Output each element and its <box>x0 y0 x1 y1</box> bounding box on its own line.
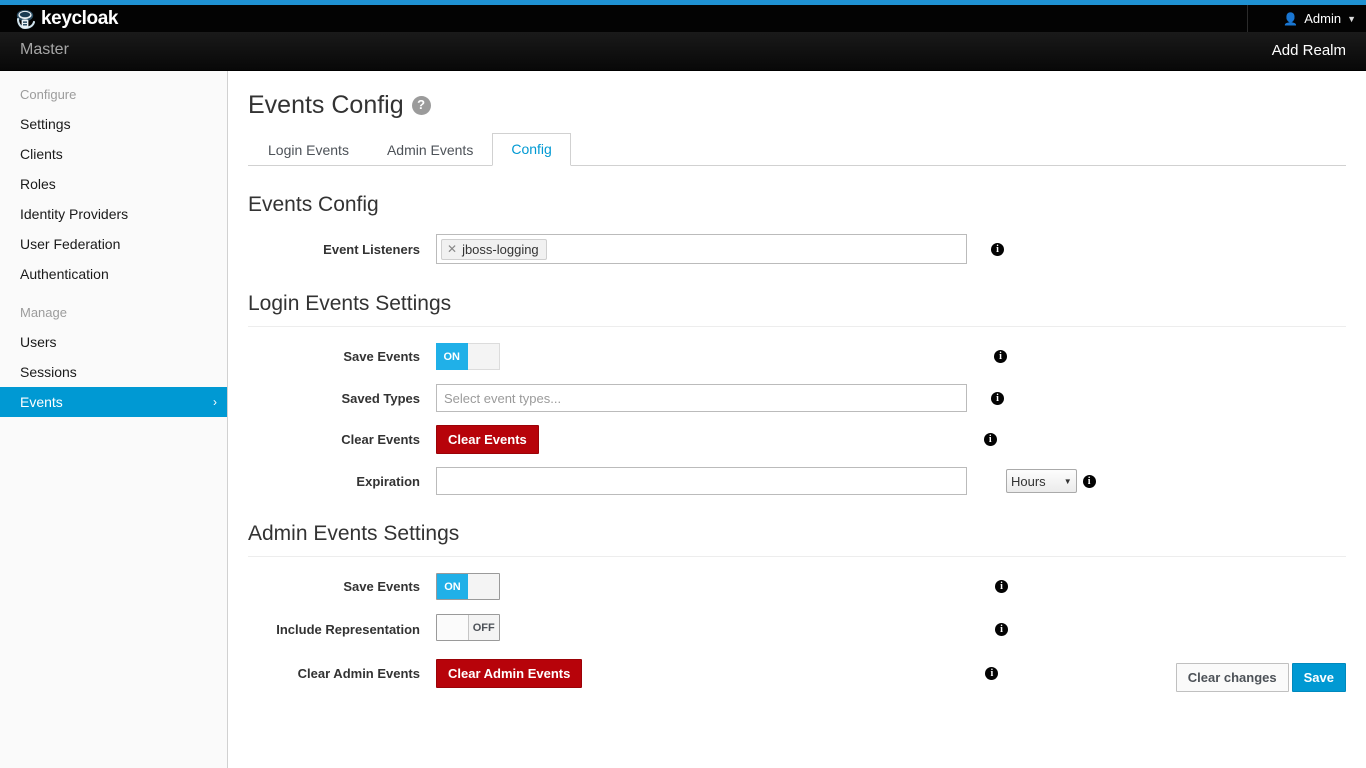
keycloak-logo-text: keycloak <box>41 8 119 29</box>
clear-admin-events-label: Clear Admin Events <box>297 666 420 681</box>
save-button[interactable]: Save <box>1291 663 1346 692</box>
user-menu[interactable]: 👤 Admin ▼ <box>1283 5 1356 32</box>
sidebar-item-user-federation[interactable]: User Federation <box>0 229 227 259</box>
keycloak-logo[interactable]: keycloak <box>14 5 118 32</box>
info-icon[interactable]: i <box>985 667 999 680</box>
event-listener-chip[interactable]: ✕ jboss-logging <box>441 238 547 260</box>
main-content: Events Config ? Login Events Admin Event… <box>229 71 1366 768</box>
saved-types-label: Saved Types <box>341 390 420 406</box>
expiration-unit-value: Hours <box>1011 473 1046 489</box>
form-action-bar: Clear changes Save <box>1175 663 1346 692</box>
login-save-events-toggle-knob <box>467 343 500 370</box>
sidebar-group-configure-title: Configure <box>20 87 77 102</box>
tab-bar: Login Events Admin Events Config <box>248 133 1346 166</box>
user-menu-label: Admin <box>1304 11 1342 26</box>
question-mark-icon[interactable]: ? <box>411 95 431 115</box>
section-heading-login-events-settings: Login Events Settings <box>248 292 452 315</box>
login-save-events-toggle[interactable]: ON <box>436 343 500 370</box>
sidebar-item-settings[interactable]: Settings <box>0 109 227 139</box>
info-icon[interactable]: i <box>983 433 997 446</box>
include-representation-label: Include Representation <box>276 622 420 637</box>
section-heading-events-config: Events Config <box>248 193 379 216</box>
info-icon[interactable]: i <box>995 580 1008 593</box>
sidebar-group-manage-title: Manage <box>20 305 67 320</box>
info-icon[interactable]: i <box>991 242 1004 256</box>
event-listeners-label: Event Listeners <box>323 241 420 257</box>
add-realm-button[interactable]: Add Realm <box>1272 42 1346 59</box>
sidebar-item-clients[interactable]: Clients <box>0 139 227 169</box>
include-representation-toggle-off-label: OFF <box>468 615 499 640</box>
realm-name: Master <box>20 41 69 58</box>
section-divider-admin <box>248 556 1346 557</box>
login-save-events-toggle-on-label: ON <box>436 343 468 370</box>
clear-changes-button[interactable]: Clear changes <box>1175 663 1289 692</box>
info-icon[interactable]: i <box>1082 474 1096 488</box>
info-icon[interactable]: i <box>991 391 1004 405</box>
event-listener-chip-label: jboss-logging <box>462 241 539 257</box>
admin-save-events-label: Save Events <box>343 579 420 594</box>
info-icon[interactable]: i <box>995 623 1008 636</box>
sidebar-item-users[interactable]: Users <box>0 327 227 357</box>
sidebar-item-sessions[interactable]: Sessions <box>0 357 227 387</box>
header-divider <box>1247 5 1248 32</box>
keycloak-logo-icon <box>14 8 36 30</box>
expiration-input[interactable] <box>436 467 967 495</box>
sidebar: Configure Settings Clients Roles Identit… <box>0 71 228 768</box>
section-divider-login <box>248 326 1346 327</box>
tab-admin-events[interactable]: Admin Events <box>368 134 492 166</box>
admin-save-events-toggle[interactable]: ON <box>436 573 500 600</box>
admin-save-events-toggle-on-label: ON <box>437 574 468 599</box>
chevron-right-icon: › <box>213 395 217 409</box>
section-heading-admin-events-settings: Admin Events Settings <box>248 522 460 545</box>
realm-bar: Master Add Realm <box>0 32 1366 71</box>
clear-events-label: Clear Events <box>341 432 420 447</box>
expiration-unit-select[interactable]: Hours ▼ <box>1006 469 1077 493</box>
sidebar-item-roles[interactable]: Roles <box>0 169 227 199</box>
info-icon[interactable]: i <box>994 350 1007 363</box>
page-title: Events Config ? <box>248 89 1346 121</box>
saved-types-input[interactable] <box>436 384 967 412</box>
login-save-events-label: Save Events <box>343 349 420 364</box>
sidebar-item-authentication[interactable]: Authentication <box>0 259 227 289</box>
include-representation-toggle-knob <box>437 615 469 640</box>
sidebar-item-identity-providers[interactable]: Identity Providers <box>0 199 227 229</box>
event-listeners-input[interactable]: ✕ jboss-logging <box>436 234 967 264</box>
chevron-down-icon: ▼ <box>1347 13 1356 24</box>
admin-save-events-toggle-knob <box>468 574 499 599</box>
expiration-label: Expiration <box>356 473 420 489</box>
clear-admin-events-button[interactable]: Clear Admin Events <box>436 659 583 688</box>
include-representation-toggle[interactable]: OFF <box>436 614 500 641</box>
tab-config[interactable]: Config <box>492 133 571 166</box>
user-icon: 👤 <box>1283 11 1299 26</box>
sidebar-item-events[interactable]: Events › <box>0 387 227 417</box>
chevron-down-icon: ▼ <box>1063 476 1072 486</box>
page-title-text: Events Config <box>248 91 404 119</box>
clear-events-button[interactable]: Clear Events <box>436 425 539 454</box>
tab-login-events[interactable]: Login Events <box>249 134 368 166</box>
close-icon[interactable]: ✕ <box>447 243 457 255</box>
sidebar-item-events-label: Events <box>20 394 63 410</box>
brand-header-bar: keycloak 👤 Admin ▼ <box>0 5 1366 32</box>
